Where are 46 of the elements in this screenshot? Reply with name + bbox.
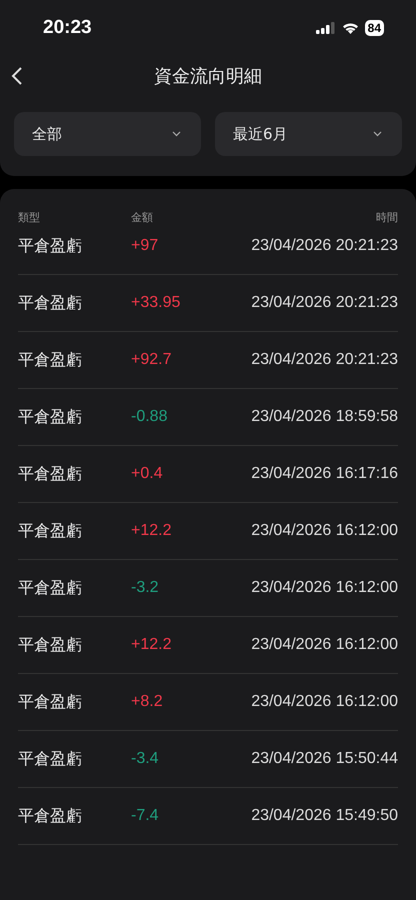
- status-time: 20:23: [43, 17, 92, 39]
- table-cell-text: 23/04/2026 20:21:23: [250, 237, 398, 255]
- battery-indicator: 84: [364, 20, 384, 36]
- table-cell-text: 平倉盈虧: [18, 578, 83, 598]
- table-cell-text: 平倉盈虧: [18, 236, 83, 256]
- table-cell-text: 平倉盈虧: [18, 406, 83, 428]
- table-cell-text: 23/04/2026 16:12:00: [250, 579, 398, 597]
- amount-cell-text: +12.2: [131, 522, 172, 540]
- table-cell-text: 23/04/2026 20:21:23: [250, 351, 398, 369]
- table-cell-text: 平倉盈虧: [18, 748, 83, 770]
- amount-cell-text: +97: [131, 237, 160, 255]
- table-cell-text: 平倉盈虧: [18, 292, 83, 314]
- chevron-down-icon: [172, 131, 181, 137]
- amount-cell-text: -3.2: [131, 579, 160, 597]
- wifi-icon: [342, 22, 359, 34]
- table-cell-text: 23/04/2026 16:12:00: [250, 522, 398, 540]
- amount-cell-text: -7.4: [131, 807, 160, 825]
- amount-cell-text: -0.88: [131, 408, 168, 426]
- amount-cell-text: +33.95: [131, 294, 182, 312]
- column-header: 時間: [375, 210, 398, 224]
- filter-dropdown[interactable]: 最近6月: [215, 112, 402, 156]
- table-cell-text: 23/04/2026 15:50:44: [250, 750, 398, 768]
- table-cell-text: 平倉盈虧: [18, 464, 83, 484]
- table-cell-text: 平倉盈虧: [18, 350, 83, 370]
- amount-cell-text: +92.7: [131, 351, 172, 369]
- amount-cell-text: +12.2: [131, 636, 172, 654]
- table-cell-text: 23/04/2026 16:17:16: [250, 465, 398, 483]
- table-cell-text: 平倉盈虧: [18, 806, 83, 826]
- signal-icon: [316, 22, 336, 34]
- table-cell-text: 平倉盈虧: [18, 520, 83, 542]
- page-title: 資金流向明細: [154, 65, 262, 88]
- table-cell-text: 23/04/2026 16:12:00: [250, 693, 398, 711]
- column-header: 類型: [18, 210, 41, 224]
- amount-cell-text: -3.4: [131, 750, 160, 768]
- amount-cell-text: +0.4: [131, 465, 164, 483]
- table-cell-text: 23/04/2026 16:12:00: [250, 636, 398, 654]
- column-header: 金額: [131, 210, 154, 224]
- table-cell-text: 平倉盈虧: [18, 634, 83, 656]
- table-cell-text: 平倉盈虧: [18, 692, 83, 712]
- amount-cell-text: +8.2: [131, 693, 164, 711]
- table-cell-text: 23/04/2026 18:59:58: [250, 408, 398, 426]
- table-cell-text: 23/04/2026 20:21:23: [250, 294, 398, 312]
- back-icon[interactable]: [11, 67, 23, 85]
- filter-dropdown[interactable]: 全部: [14, 112, 201, 156]
- chevron-down-icon: [373, 131, 382, 137]
- table-cell-text: 23/04/2026 15:49:50: [250, 807, 398, 825]
